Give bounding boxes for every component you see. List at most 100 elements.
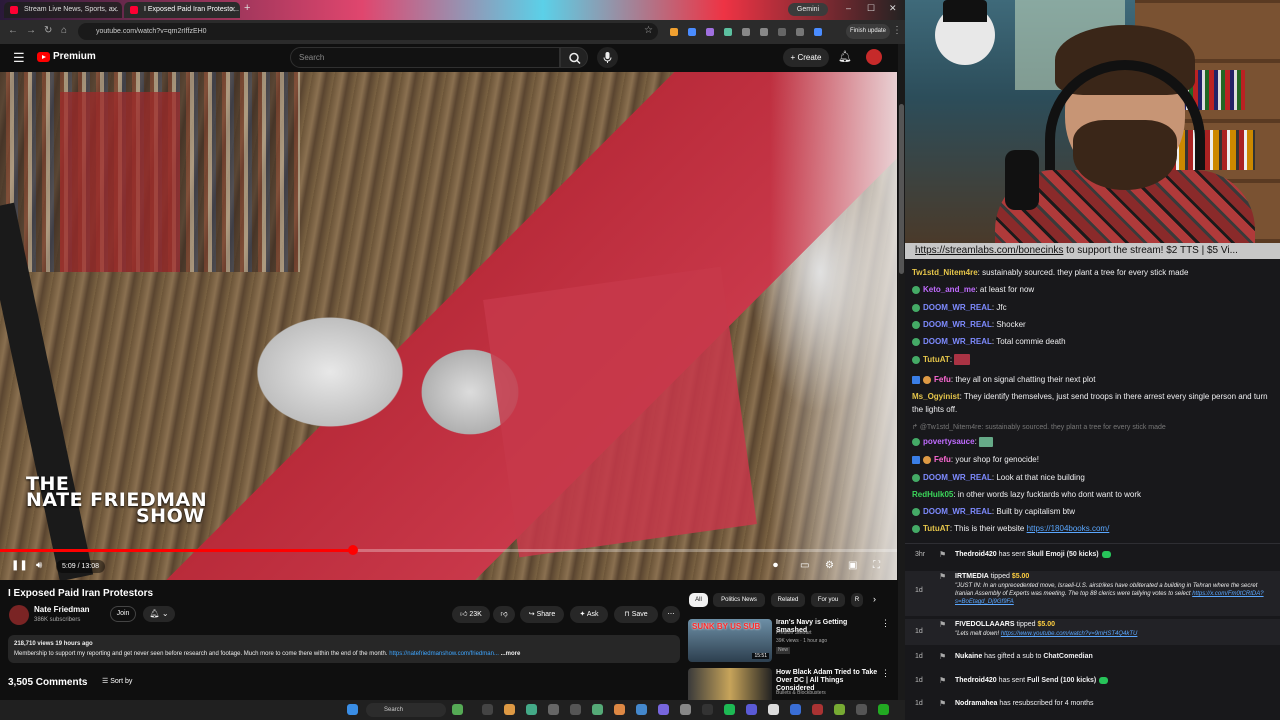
more-vertical-icon[interactable]: ⋮	[881, 668, 890, 679]
chip-all[interactable]: All	[689, 593, 708, 607]
chat-username[interactable]: Keto_and_me	[923, 285, 975, 294]
account-avatar[interactable]	[866, 49, 882, 65]
home-icon[interactable]: ⌂	[61, 25, 67, 36]
hamburger-menu-icon[interactable]: ☰	[13, 50, 25, 66]
more-actions-button[interactable]: ⋯	[662, 606, 680, 623]
app-icon[interactable]	[680, 704, 691, 715]
app-icon[interactable]	[768, 704, 779, 715]
app-icon[interactable]	[636, 704, 647, 715]
channel-name[interactable]: Nate Friedman	[34, 605, 90, 614]
chat-username[interactable]: Fefu	[934, 375, 951, 384]
chat-username[interactable]: DOOM_WR_REAL	[923, 303, 992, 312]
downloads-icon[interactable]	[778, 28, 786, 36]
finish-update-button[interactable]: Finish update	[846, 24, 890, 39]
extension-icon[interactable]	[706, 28, 714, 36]
page-scrollbar[interactable]	[898, 44, 905, 700]
event-user[interactable]: Thedroid420	[955, 551, 997, 558]
extension-icon[interactable]	[724, 28, 732, 36]
description-link[interactable]: https://natefriedmanshow.com/friedman...	[389, 651, 499, 657]
chat-username[interactable]: RedHulk05	[912, 490, 953, 499]
task-view-icon[interactable]	[482, 704, 493, 715]
bookmark-star-icon[interactable]: ☆	[644, 25, 653, 36]
chip-politics-news[interactable]: Politics News	[713, 593, 765, 607]
join-button[interactable]: Join	[110, 606, 136, 622]
widgets-icon[interactable]	[452, 704, 463, 715]
channel-avatar[interactable]	[9, 605, 29, 625]
settings-gear-icon[interactable]: ⚙	[825, 560, 834, 571]
chip-for-you[interactable]: For you	[811, 593, 845, 607]
app-icon[interactable]	[504, 704, 515, 715]
chat-username[interactable]: DOOM_WR_REAL	[923, 337, 992, 346]
app-icon[interactable]	[592, 704, 603, 715]
spotify-icon[interactable]	[724, 704, 735, 715]
profile-icon[interactable]	[814, 28, 822, 36]
app-icon[interactable]	[746, 704, 757, 715]
back-icon[interactable]: ←	[8, 25, 18, 36]
address-bar[interactable]: youtube.com/watch?v=qm2rIffzEH0	[78, 23, 658, 40]
video-player[interactable]: THE NATE FRIEDMAN SHOW	[0, 72, 897, 580]
app-icon[interactable]	[790, 704, 801, 715]
event-user[interactable]: IRTMEDIA	[955, 573, 989, 580]
extension-icon[interactable]	[670, 28, 678, 36]
sort-comments-button[interactable]: ☰ Sort by	[102, 677, 132, 685]
chip-related[interactable]: Related	[771, 593, 805, 607]
obs-icon[interactable]	[702, 704, 713, 715]
chat-username[interactable]: TutuAT	[923, 355, 950, 364]
chat-username[interactable]: povertysauce	[923, 437, 975, 446]
app-icon[interactable]	[658, 704, 669, 715]
windows-start-icon[interactable]	[347, 704, 358, 715]
pause-icon[interactable]: ❚❚	[11, 560, 28, 571]
close-tab-icon[interactable]: ✕	[111, 2, 118, 18]
chrome-icon[interactable]	[526, 704, 537, 715]
miniplayer-icon[interactable]: ▣	[848, 560, 857, 571]
youtube-premium-logo[interactable]: Premium	[53, 51, 96, 62]
subscription-bell-button[interactable]: 🔔︎ ⌄	[143, 606, 175, 622]
save-button[interactable]: ⊓ Save	[614, 606, 658, 623]
chat-link[interactable]: https://1804books.com/	[1027, 524, 1110, 533]
more-vertical-icon[interactable]: ⋮	[881, 618, 890, 629]
autoplay-toggle-icon[interactable]: ⏺	[773, 560, 778, 571]
app-icon[interactable]	[856, 704, 867, 715]
chip-recently[interactable]: R	[851, 593, 863, 607]
chat-username[interactable]: DOOM_WR_REAL	[923, 320, 992, 329]
captions-icon[interactable]: ▭	[800, 560, 809, 571]
app-icon[interactable]	[570, 704, 581, 715]
voice-search-button[interactable]	[597, 47, 618, 68]
search-button[interactable]	[560, 47, 588, 68]
browser-tab-active[interactable]: I Exposed Paid Iran Protesto... ✕	[124, 2, 240, 18]
video-progress-bar[interactable]	[0, 545, 897, 555]
extensions-puzzle-icon[interactable]	[760, 28, 768, 36]
volume-icon[interactable]: 🔊︎	[36, 560, 42, 571]
search-input[interactable]: Search	[290, 47, 560, 68]
recommendation-thumbnail[interactable]: SUNK BY US SUB 15:51	[688, 619, 772, 662]
description-box[interactable]: 218,710 views 19 hours ago Membership to…	[8, 635, 680, 663]
extension-icon[interactable]	[688, 28, 696, 36]
chevron-right-icon[interactable]: ›	[873, 594, 876, 604]
chat-username[interactable]: DOOM_WR_REAL	[923, 473, 992, 482]
fullscreen-icon[interactable]: ⛶	[873, 560, 880, 571]
like-button[interactable]: 👍︎ 23K	[452, 606, 490, 623]
browser-tab[interactable]: Stream Live News, Sports, a... ✕	[4, 2, 122, 18]
chat-username[interactable]: TutuAT	[923, 524, 950, 533]
app-icon[interactable]	[548, 704, 559, 715]
close-tab-icon[interactable]: ✕	[229, 2, 236, 18]
create-button[interactable]: + Create	[783, 48, 829, 67]
reload-icon[interactable]: ↻	[44, 25, 52, 36]
ticker-link[interactable]: https://streamlabs.com/bonecinks	[915, 245, 1063, 256]
scrollbar-thumb[interactable]	[899, 104, 904, 274]
chat-username[interactable]: Ms_Ogyinist	[912, 392, 960, 401]
chat-username[interactable]: Tw1std_Nitem4re	[912, 268, 978, 277]
maximize-icon[interactable]: ☐	[867, 3, 875, 14]
event-user[interactable]: Nodramahea	[955, 700, 997, 707]
event-user[interactable]: Nukaine	[955, 653, 982, 660]
taskbar-search[interactable]: Search	[366, 703, 446, 717]
tip-message-link[interactable]: https://www.youtube.com/watch?v=9mHST4Q4…	[1001, 631, 1138, 637]
recommendation-channel[interactable]: Bullets & Blockbusters	[776, 690, 826, 697]
share-button[interactable]: ↪ Share	[520, 606, 564, 623]
event-user[interactable]: Thedroid420	[955, 677, 997, 684]
ask-button[interactable]: ✦ Ask	[570, 606, 608, 623]
new-tab-icon[interactable]: +	[244, 2, 250, 14]
chat-username[interactable]: DOOM_WR_REAL	[923, 507, 992, 516]
minimize-icon[interactable]: –	[846, 3, 851, 13]
sidepanel-icon[interactable]	[796, 28, 804, 36]
